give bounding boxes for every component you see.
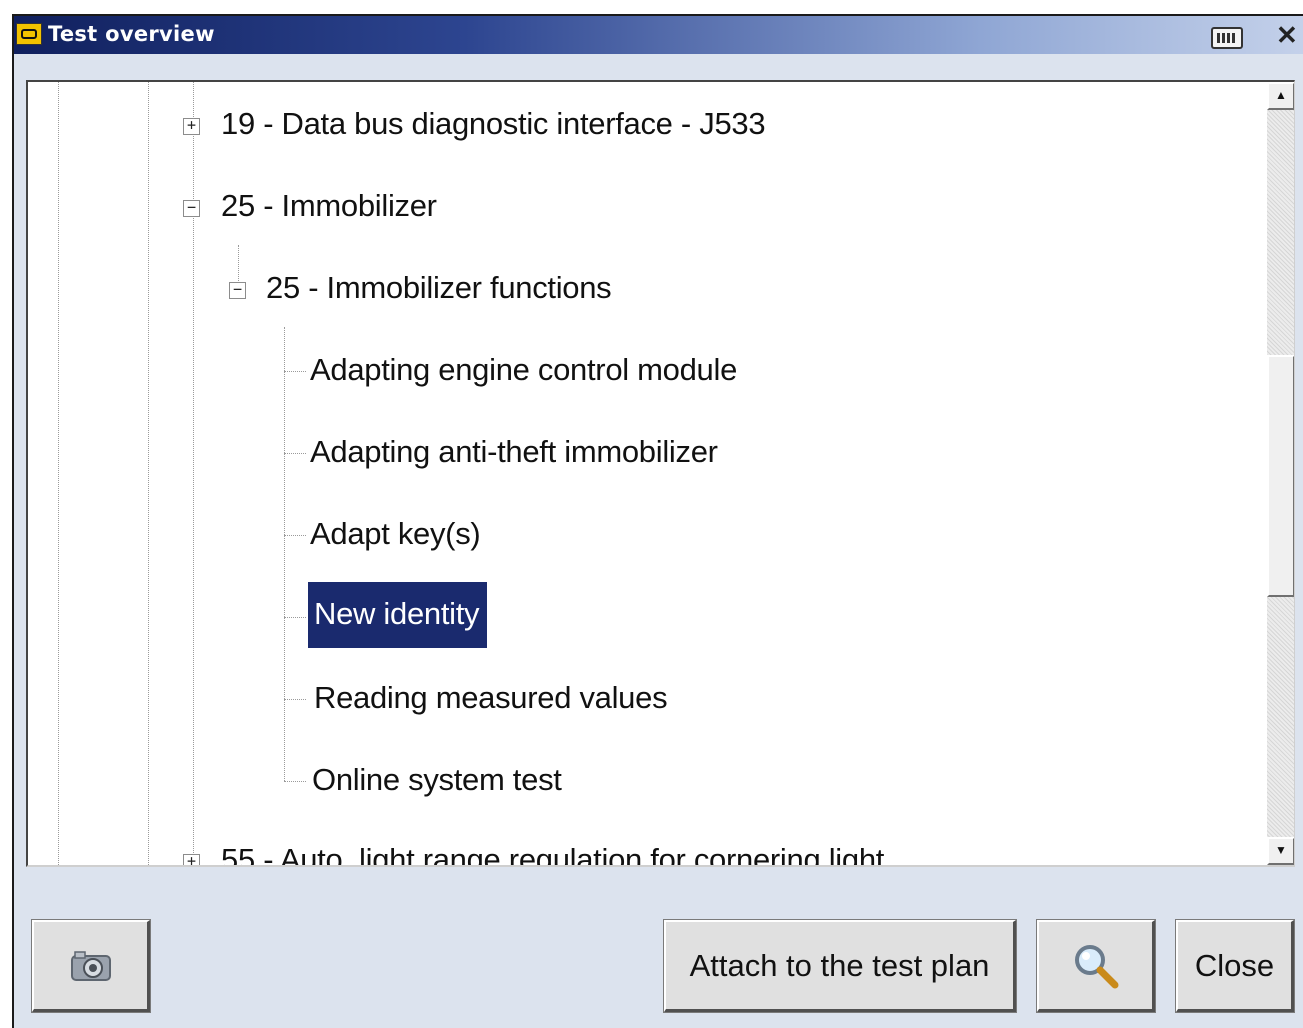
screenshot-button[interactable] — [31, 919, 151, 1013]
tree-node-data-bus[interactable]: 19 - Data bus diagnostic interface - J53… — [221, 106, 766, 142]
car-diagnostic-icon — [16, 23, 42, 45]
tree-guide-line — [284, 535, 306, 536]
test-overview-window: Test overview ✕ + 19 - Data bus diagnost… — [12, 14, 1303, 1028]
expand-icon[interactable]: + — [183, 854, 200, 865]
tree-guide-line — [284, 453, 306, 454]
attach-to-test-plan-button[interactable]: Attach to the test plan — [663, 919, 1017, 1013]
tree-guide-line — [58, 82, 59, 865]
vertical-scrollbar[interactable]: ▲ ▼ — [1267, 82, 1294, 865]
camera-icon — [70, 950, 111, 981]
tree-node-immobilizer[interactable]: 25 - Immobilizer — [221, 188, 437, 224]
tree-node-adapting-engine-control-module[interactable]: Adapting engine control module — [310, 352, 737, 388]
tree-guide-line — [284, 699, 306, 700]
tree-node-adapting-anti-theft-immobilizer[interactable]: Adapting anti-theft immobilizer — [310, 434, 718, 470]
tree-node-immobilizer-functions[interactable]: 25 - Immobilizer functions — [266, 270, 612, 306]
close-button[interactable]: Close — [1175, 919, 1295, 1013]
close-window-icon[interactable]: ✕ — [1276, 20, 1298, 51]
scroll-thumb[interactable] — [1267, 355, 1294, 597]
scroll-up-button[interactable]: ▲ — [1267, 82, 1294, 110]
window-title: Test overview — [48, 22, 215, 46]
collapse-icon[interactable]: − — [183, 200, 200, 217]
keyboard-icon[interactable] — [1211, 27, 1243, 49]
tree-node-reading-measured-values[interactable]: Reading measured values — [314, 680, 668, 716]
tree-node-online-system-test[interactable]: Online system test — [312, 762, 562, 798]
expand-icon[interactable]: + — [183, 118, 200, 135]
search-button[interactable] — [1036, 919, 1156, 1013]
test-tree[interactable]: + 19 - Data bus diagnostic interface - J… — [26, 80, 1295, 867]
tree-guide-line — [284, 781, 306, 782]
scroll-down-button[interactable]: ▼ — [1267, 837, 1294, 865]
tree-guide-line — [284, 617, 306, 618]
tree-guide-line — [148, 82, 149, 865]
title-bar[interactable]: Test overview ✕ — [14, 16, 1303, 54]
magnifier-icon — [1074, 944, 1118, 988]
tree-node-auto-light-range[interactable]: 55 - Auto. light range regulation for co… — [221, 842, 884, 865]
tree-guide-line — [284, 371, 306, 372]
tree-node-adapt-keys[interactable]: Adapt key(s) — [310, 516, 481, 552]
collapse-icon[interactable]: − — [229, 282, 246, 299]
tree-guide-line — [284, 327, 285, 781]
tree-node-new-identity[interactable]: New identity — [308, 582, 488, 648]
